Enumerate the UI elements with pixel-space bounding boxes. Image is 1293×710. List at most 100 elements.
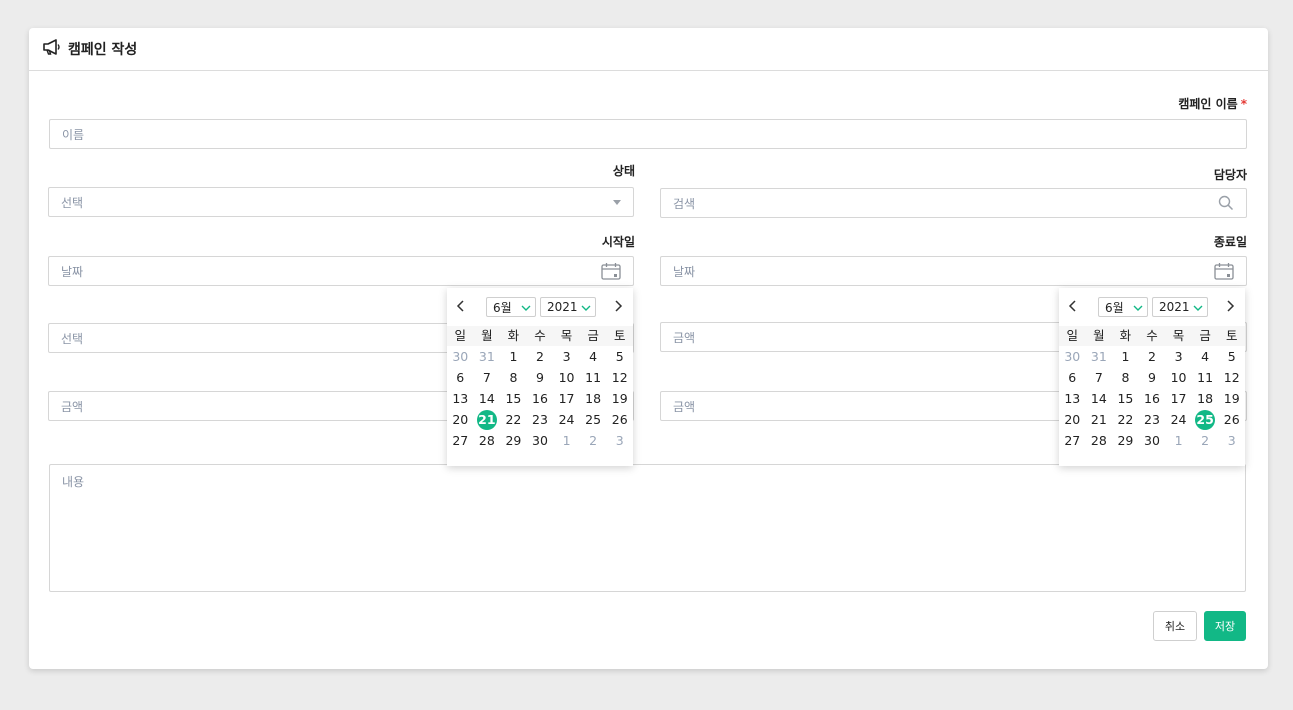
- calendar-day[interactable]: 27: [1059, 430, 1086, 451]
- calendar-day[interactable]: 11: [1192, 367, 1219, 388]
- calendar-day[interactable]: 17: [553, 388, 580, 409]
- calendar-day[interactable]: 17: [1165, 388, 1192, 409]
- calendar-day-label: 30: [452, 349, 469, 364]
- month-select[interactable]: 6월: [1098, 297, 1148, 317]
- calendar-day[interactable]: 10: [1165, 367, 1192, 388]
- calendar-icon[interactable]: [601, 262, 621, 280]
- calendar-day[interactable]: 31: [474, 346, 501, 367]
- start-date-input[interactable]: 날짜: [48, 256, 634, 286]
- manager-search-input[interactable]: 검색: [660, 188, 1247, 218]
- calendar-day[interactable]: 2: [580, 430, 607, 451]
- chevron-left-icon[interactable]: [454, 298, 468, 312]
- calendar-day[interactable]: 29: [1112, 430, 1139, 451]
- calendar-day[interactable]: 30: [1059, 346, 1086, 367]
- calendar-day[interactable]: 19: [1218, 388, 1245, 409]
- save-button[interactable]: 저장: [1204, 611, 1246, 641]
- calendar-day[interactable]: 8: [1112, 367, 1139, 388]
- calendar-day[interactable]: 11: [580, 367, 607, 388]
- calendar-day-label: 12: [1223, 370, 1240, 385]
- calendar-day[interactable]: 30: [447, 346, 474, 367]
- calendar-day[interactable]: 24: [553, 409, 580, 430]
- end-date-label: 종료일: [1213, 235, 1247, 249]
- calendar-day[interactable]: 9: [1139, 367, 1166, 388]
- calendar-day-selected[interactable]: 21: [474, 409, 501, 430]
- calendar-day[interactable]: 24: [1165, 409, 1192, 430]
- calendar-day[interactable]: 7: [474, 367, 501, 388]
- content-textarea[interactable]: 내용: [49, 464, 1246, 592]
- calendar-day[interactable]: 30: [527, 430, 554, 451]
- calendar-day[interactable]: 9: [527, 367, 554, 388]
- calendar-day[interactable]: 22: [500, 409, 527, 430]
- calendar-day[interactable]: 4: [580, 346, 607, 367]
- status-select[interactable]: 선택: [48, 187, 634, 217]
- calendar-day-label: 9: [536, 370, 544, 385]
- calendar-day-label: 28: [478, 433, 495, 448]
- calendar-day[interactable]: 6: [447, 367, 474, 388]
- calendar-day[interactable]: 16: [527, 388, 554, 409]
- calendar-day[interactable]: 13: [447, 388, 474, 409]
- calendar-day[interactable]: 12: [1218, 367, 1245, 388]
- calendar-day[interactable]: 15: [500, 388, 527, 409]
- calendar-day[interactable]: 1: [1112, 346, 1139, 367]
- calendar-day[interactable]: 6: [1059, 367, 1086, 388]
- calendar-day[interactable]: 23: [527, 409, 554, 430]
- calendar-day[interactable]: 14: [474, 388, 501, 409]
- calendar-day[interactable]: 10: [553, 367, 580, 388]
- search-icon[interactable]: [1218, 195, 1234, 211]
- calendar-day[interactable]: 26: [606, 409, 633, 430]
- calendar-day[interactable]: 23: [1139, 409, 1166, 430]
- calendar-day-label: 1: [509, 349, 518, 364]
- calendar-day[interactable]: 21: [1086, 409, 1113, 430]
- calendar-day[interactable]: 7: [1086, 367, 1113, 388]
- calendar-day-label: 28: [1090, 433, 1107, 448]
- calendar-day[interactable]: 3: [1165, 346, 1192, 367]
- calendar-day[interactable]: 3: [1218, 430, 1245, 451]
- calendar-day[interactable]: 1: [553, 430, 580, 451]
- calendar-day[interactable]: 16: [1139, 388, 1166, 409]
- calendar-day-selected[interactable]: 25: [1192, 409, 1219, 430]
- campaign-name-input[interactable]: 이름: [49, 119, 1247, 149]
- calendar-day[interactable]: 29: [500, 430, 527, 451]
- calendar-day[interactable]: 14: [1086, 388, 1113, 409]
- calendar-day[interactable]: 31: [1086, 346, 1113, 367]
- year-select[interactable]: 2021: [1152, 297, 1208, 317]
- calendar-day[interactable]: 5: [606, 346, 633, 367]
- calendar-day[interactable]: 26: [1218, 409, 1245, 430]
- campaign-name-label: 캠페인 이름 *: [1129, 95, 1247, 112]
- calendar-day[interactable]: 25: [580, 409, 607, 430]
- calendar-day[interactable]: 28: [1086, 430, 1113, 451]
- calendar-day[interactable]: 5: [1218, 346, 1245, 367]
- calendar-day[interactable]: 13: [1059, 388, 1086, 409]
- calendar-day[interactable]: 2: [1139, 346, 1166, 367]
- chevron-right-icon[interactable]: [611, 298, 625, 312]
- end-date-input[interactable]: 날짜: [660, 256, 1247, 286]
- calendar-icon[interactable]: [1214, 262, 1234, 280]
- calendar-day[interactable]: 27: [447, 430, 474, 451]
- calendar-day[interactable]: 20: [447, 409, 474, 430]
- calendar-day-label: 2: [536, 349, 544, 364]
- calendar-day[interactable]: 20: [1059, 409, 1086, 430]
- calendar-day[interactable]: 12: [606, 367, 633, 388]
- calendar-day[interactable]: 22: [1112, 409, 1139, 430]
- calendar-day[interactable]: 18: [1192, 388, 1219, 409]
- calendar-day-label: 18: [585, 391, 602, 406]
- month-select[interactable]: 6월: [486, 297, 536, 317]
- calendar-day[interactable]: 19: [606, 388, 633, 409]
- calendar-day[interactable]: 18: [580, 388, 607, 409]
- calendar-day[interactable]: 28: [474, 430, 501, 451]
- datepicker-header: 6월 2021: [1059, 288, 1245, 324]
- calendar-day[interactable]: 8: [500, 367, 527, 388]
- calendar-day[interactable]: 3: [553, 346, 580, 367]
- calendar-day[interactable]: 2: [1192, 430, 1219, 451]
- calendar-day[interactable]: 1: [1165, 430, 1192, 451]
- cancel-button[interactable]: 취소: [1153, 611, 1197, 641]
- calendar-day[interactable]: 2: [527, 346, 554, 367]
- calendar-day[interactable]: 1: [500, 346, 527, 367]
- chevron-left-icon[interactable]: [1066, 298, 1080, 312]
- calendar-day[interactable]: 3: [606, 430, 633, 451]
- calendar-day[interactable]: 4: [1192, 346, 1219, 367]
- calendar-day[interactable]: 15: [1112, 388, 1139, 409]
- year-select[interactable]: 2021: [540, 297, 596, 317]
- calendar-day[interactable]: 30: [1139, 430, 1166, 451]
- chevron-right-icon[interactable]: [1223, 298, 1237, 312]
